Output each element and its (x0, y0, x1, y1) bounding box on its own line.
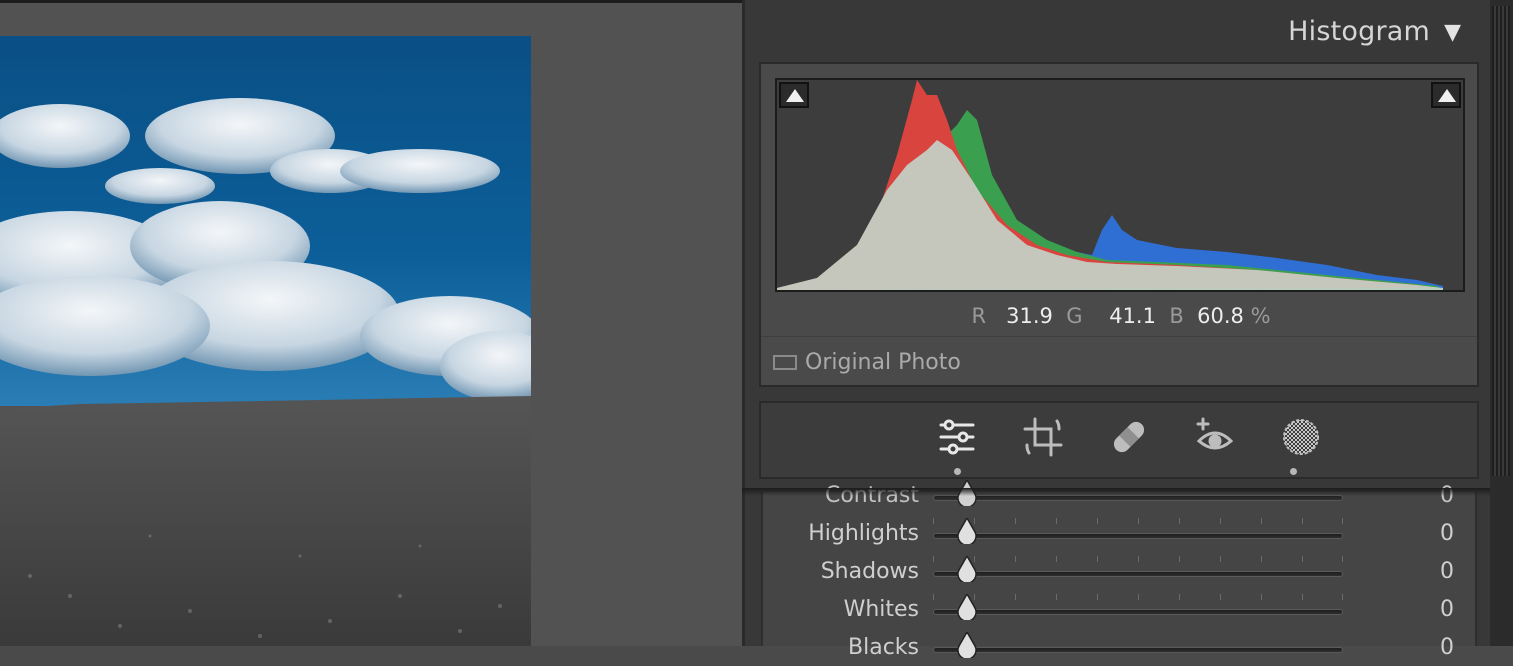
slider-row-shadows: Shadows 0 (763, 556, 1479, 590)
slider-row-highlights: Highlights 0 (763, 518, 1479, 552)
shadow-clipping-toggle[interactable] (779, 82, 809, 108)
slider-thumb[interactable] (957, 594, 977, 620)
slider-value[interactable]: 0 (1440, 597, 1454, 622)
percent-unit: % (1250, 304, 1271, 328)
histogram-graph[interactable] (775, 78, 1465, 292)
histogram-panel: R 31.9 G 41.1 B 60.8 % Original Photo (759, 62, 1479, 387)
slider-row-blacks: Blacks 0 (763, 632, 1479, 666)
b-value: 60.8 (1197, 304, 1244, 328)
slider-value[interactable]: 0 (1440, 635, 1454, 660)
r-value: 31.9 (1006, 304, 1053, 328)
photo-canvas-area (0, 0, 742, 646)
shadows-slider[interactable] (933, 571, 1343, 577)
slider-ticks (933, 594, 1343, 602)
blacks-slider[interactable] (933, 647, 1343, 653)
original-photo-checkbox[interactable] (773, 355, 797, 370)
r-label: R (971, 304, 987, 328)
basic-panel: Contrast 0 Highlights 0 Shadows 0 Whites (761, 480, 1479, 660)
slider-value[interactable]: 0 (1440, 521, 1454, 546)
crop-icon[interactable] (1021, 415, 1065, 459)
panel-header-shadow (742, 488, 1490, 496)
slider-thumb[interactable] (957, 518, 977, 544)
whites-slider[interactable] (933, 609, 1343, 615)
slider-ticks (933, 518, 1343, 526)
g-value: 41.1 (1109, 304, 1156, 328)
masking-icon[interactable] (1279, 415, 1323, 459)
histogram-header[interactable]: Histogram ▼ (745, 14, 1487, 54)
highlights-slider[interactable] (933, 533, 1343, 539)
slider-label: Whites (843, 597, 919, 622)
masking-indicator (1290, 468, 1297, 475)
histogram-title: Histogram (1288, 16, 1430, 47)
slider-thumb[interactable] (957, 632, 977, 658)
slider-row-whites: Whites 0 (763, 594, 1479, 628)
rgb-readout: R 31.9 G 41.1 B 60.8 % (761, 304, 1481, 328)
g-label: G (1066, 304, 1083, 328)
slider-label: Highlights (808, 521, 919, 546)
healing-bandage-icon[interactable] (1107, 415, 1151, 459)
active-tool-indicator (954, 468, 961, 475)
tool-strip (759, 401, 1479, 479)
b-label: B (1169, 304, 1184, 328)
slider-label: Shadows (820, 559, 919, 584)
original-photo-label: Original Photo (805, 350, 961, 375)
develop-right-panel: Histogram ▼ R 31.9 G 41.1 B 60.8 % Origi… (742, 0, 1490, 660)
histogram-luminance (777, 140, 1443, 290)
scrollbar-track[interactable] (1492, 6, 1510, 476)
slider-ticks (933, 556, 1343, 564)
red-eye-icon[interactable] (1193, 415, 1237, 459)
slider-label: Blacks (848, 635, 919, 660)
photo-preview[interactable] (0, 36, 531, 646)
edit-sliders-icon[interactable] (935, 415, 979, 459)
disclosure-triangle-icon[interactable]: ▼ (1444, 20, 1461, 45)
slider-value[interactable]: 0 (1440, 559, 1454, 584)
panel-scrollbar[interactable] (1490, 0, 1513, 646)
divider (761, 336, 1477, 337)
slider-thumb[interactable] (957, 556, 977, 582)
slider-row-contrast: Contrast 0 (763, 480, 1479, 514)
highlight-clipping-toggle[interactable] (1431, 82, 1461, 108)
